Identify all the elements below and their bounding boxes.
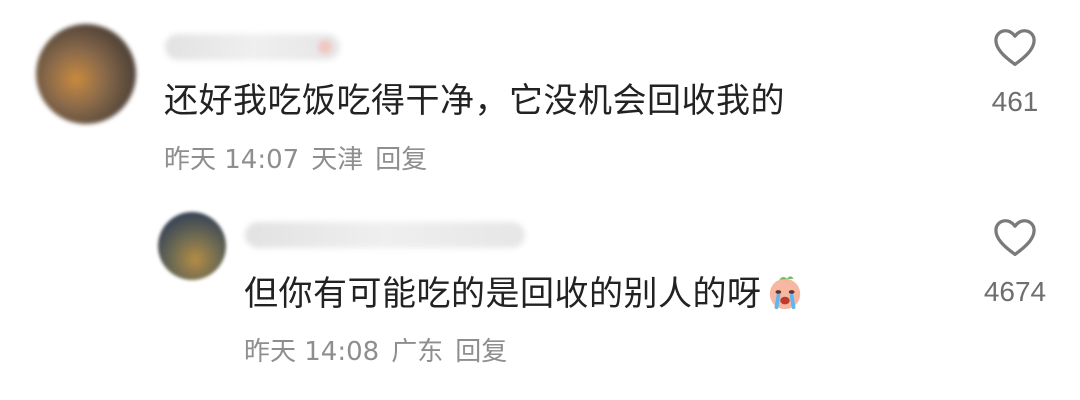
comment-location: 天津 — [311, 145, 364, 175]
username-blurred[interactable] — [245, 222, 525, 248]
like-block: 4674 — [970, 218, 1060, 310]
heart-outline-icon[interactable] — [993, 218, 1037, 258]
comment-meta: 昨天 14:07 天津 回复 — [164, 143, 439, 177]
comment-text[interactable]: 还好我吃饭吃得干净，它没机会回收我的 — [164, 79, 785, 123]
username-badge — [318, 40, 332, 54]
comment-text[interactable]: 但你有可能吃的是回收的别人的呀 — [244, 272, 804, 316]
avatar[interactable] — [36, 24, 136, 124]
like-block: 461 — [970, 28, 1060, 120]
comment-location: 广东 — [391, 337, 444, 367]
comment-text-content: 但你有可能吃的是回收的别人的呀 — [244, 274, 762, 314]
username-blurred[interactable] — [165, 34, 340, 60]
reply-button[interactable]: 回复 — [455, 337, 507, 367]
like-count: 461 — [991, 86, 1039, 117]
avatar[interactable] — [158, 212, 226, 280]
comment-meta: 昨天 14:08 广东 回复 — [244, 335, 519, 369]
crying-face-emoji — [769, 276, 800, 310]
comment-time: 昨天 14:07 — [164, 145, 300, 175]
like-count: 4674 — [983, 276, 1047, 307]
comment-time: 昨天 14:08 — [244, 337, 380, 367]
reply-button[interactable]: 回复 — [375, 145, 427, 175]
heart-outline-icon[interactable] — [993, 28, 1037, 68]
